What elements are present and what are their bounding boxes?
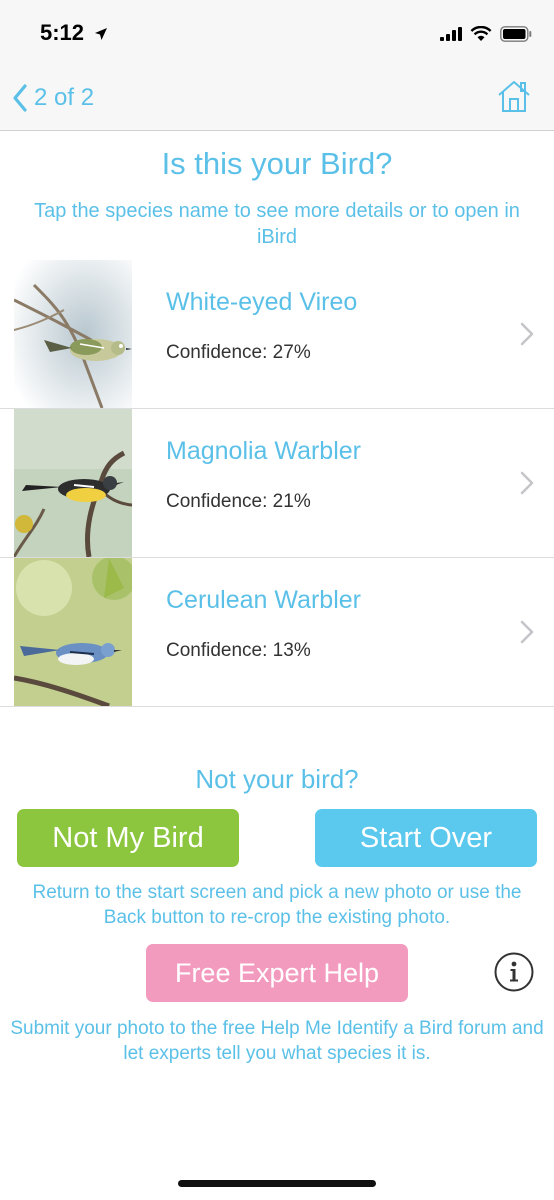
result-row-white-eyed-vireo[interactable]: White-eyed Vireo Confidence: 27%	[0, 260, 554, 409]
not-my-bird-button[interactable]: Not My Bird	[17, 809, 239, 867]
info-icon[interactable]	[494, 952, 534, 992]
bird-thumbnail-magnolia	[14, 409, 132, 557]
species-name[interactable]: White-eyed Vireo	[166, 288, 357, 317]
free-expert-help-button[interactable]: Free Expert Help	[146, 944, 408, 1002]
status-time: 5:12	[40, 20, 108, 46]
battery-icon	[500, 26, 532, 42]
back-button[interactable]: 2 of 2	[12, 80, 94, 116]
wifi-icon	[470, 26, 492, 41]
home-icon[interactable]	[496, 78, 532, 114]
status-icons	[440, 24, 532, 44]
chevron-right-icon	[520, 322, 534, 346]
results-list: White-eyed Vireo Confidence: 27% Magnoli…	[0, 260, 554, 707]
home-indicator[interactable]	[178, 1180, 376, 1187]
nav-bar: 2 of 2	[0, 66, 554, 131]
confidence-value: Confidence: 27%	[166, 342, 311, 363]
status-bar: 5:12	[0, 0, 554, 66]
chevron-right-icon	[520, 471, 534, 495]
page-subtitle: Tap the species name to see more details…	[34, 200, 520, 248]
species-name[interactable]: Cerulean Warbler	[166, 586, 361, 615]
bird-thumbnail-cerulean	[14, 558, 132, 706]
start-over-button[interactable]: Start Over	[315, 809, 537, 867]
signal-icon	[440, 27, 462, 41]
chevron-right-icon	[520, 620, 534, 644]
back-label: 2 of 2	[34, 84, 95, 111]
expert-help-text: Submit your photo to the free Help Me Id…	[10, 1018, 544, 1064]
back-chevron-icon	[13, 84, 27, 112]
result-row-magnolia-warbler[interactable]: Magnolia Warbler Confidence: 21%	[0, 409, 554, 558]
location-arrow-icon	[95, 28, 108, 41]
species-name[interactable]: Magnolia Warbler	[166, 437, 361, 466]
return-help-text: Return to the start screen and pick a ne…	[32, 882, 522, 928]
not-your-bird-heading: Not your bird?	[195, 764, 359, 794]
result-row-cerulean-warbler[interactable]: Cerulean Warbler Confidence: 13%	[0, 558, 554, 707]
bird-thumbnail-vireo	[14, 260, 132, 408]
page-title: Is this your Bird?	[161, 146, 393, 181]
confidence-value: Confidence: 21%	[166, 491, 311, 512]
confidence-value: Confidence: 13%	[166, 640, 311, 661]
status-time-text: 5:12	[40, 20, 85, 45]
